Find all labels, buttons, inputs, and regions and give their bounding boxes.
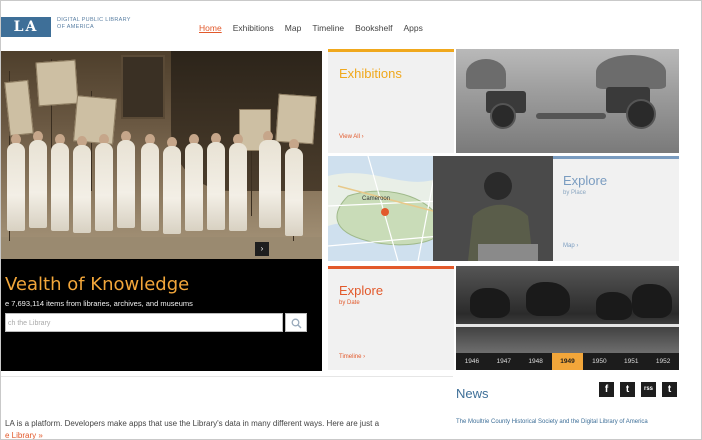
timeline-years: 1946 1947 1948 1949 1950 1951 1952	[456, 353, 679, 370]
explore-date-sub: by Date	[339, 300, 360, 306]
photo-window	[121, 55, 165, 119]
photo-figure	[73, 145, 91, 233]
hero-photo	[1, 51, 322, 259]
nav-bookshelf[interactable]: Bookshelf	[355, 23, 392, 33]
photo-figure	[29, 140, 47, 228]
photo-horse	[632, 284, 672, 318]
news-item-link[interactable]: The Moultrie County Historical Society a…	[456, 418, 656, 426]
photo-figure	[117, 140, 135, 228]
photo-banner	[4, 79, 34, 137]
photo-figure	[185, 143, 203, 231]
rss-icon[interactable]: rss	[641, 382, 656, 397]
photo-figure	[207, 142, 225, 230]
photo-figure	[163, 146, 181, 234]
year-1951[interactable]: 1951	[615, 353, 647, 370]
photo-wheel	[626, 99, 656, 129]
hero: › Vealth of Knowledge e 7,693,114 items …	[1, 51, 322, 371]
map-city-label: Cameroon	[362, 196, 391, 202]
map-tile[interactable]: Cameroon	[328, 156, 553, 261]
photo-figure	[141, 143, 159, 231]
explore-date-tile[interactable]: Explore by Date Timeline ›	[328, 266, 454, 370]
timeline-link[interactable]: Timeline ›	[339, 354, 365, 360]
hero-title: Vealth of Knowledge	[5, 274, 190, 295]
nav-map[interactable]: Map	[285, 23, 302, 33]
photo-horse	[596, 292, 632, 320]
logo-tagline-line-2: OF AMERICA	[57, 24, 94, 30]
nav-home[interactable]: Home	[199, 23, 222, 33]
horse-race-photo	[456, 266, 679, 353]
nav-timeline[interactable]: Timeline	[312, 23, 344, 33]
photo-figure	[95, 143, 113, 231]
photo-horse	[470, 288, 510, 318]
photo-figure	[259, 140, 281, 228]
explore-date-label: Explore	[339, 283, 384, 298]
year-1952[interactable]: 1952	[647, 353, 679, 370]
news-title: News	[456, 386, 489, 401]
photo-horse	[526, 282, 570, 316]
exhibitions-photo	[456, 49, 679, 153]
page: LA DIGITAL PUBLIC LIBRARY OF AMERICA Hom…	[0, 0, 702, 440]
photo-plow	[536, 113, 606, 119]
nav-exhibitions[interactable]: Exhibitions	[233, 23, 274, 33]
explore-place-tile[interactable]: Explore by Place Map ›	[553, 156, 679, 261]
photo-wheel	[490, 103, 516, 129]
year-1947[interactable]: 1947	[488, 353, 520, 370]
search-button[interactable]	[285, 313, 307, 332]
slide-next-arrow-icon[interactable]: ›	[255, 242, 269, 256]
hero-subtitle: e 7,693,114 items from libraries, archiv…	[5, 299, 193, 308]
explore-place-sub: by Place	[563, 190, 587, 196]
platform-text: LA is a platform. Developers make apps t…	[5, 419, 380, 428]
photo-floor	[1, 237, 322, 259]
tumblr-icon[interactable]: t	[662, 382, 677, 397]
photo-figure	[7, 143, 25, 231]
logo-tagline: DIGITAL PUBLIC LIBRARY OF AMERICA	[57, 17, 131, 31]
map-graphic	[328, 156, 553, 261]
explore-place-label: Explore	[563, 173, 608, 188]
photo-banner	[275, 93, 317, 145]
map-link[interactable]: Map ›	[563, 243, 578, 249]
exhibitions-link[interactable]: View All ›	[339, 134, 364, 140]
photo-figure	[51, 143, 69, 231]
photo-figure	[285, 148, 303, 236]
photo-figure	[229, 143, 247, 231]
search-icon	[291, 318, 302, 329]
twitter-icon[interactable]: t	[620, 382, 635, 397]
photo-banner	[35, 59, 79, 107]
library-link[interactable]: e Library »	[5, 431, 43, 439]
main-nav: Home Exhibitions Map Timeline Bookshelf …	[199, 23, 423, 33]
photo-tree	[596, 55, 666, 89]
exhibitions-label: Exhibitions	[339, 66, 402, 81]
photo-tree	[466, 59, 506, 89]
logo-tagline-line-1: DIGITAL PUBLIC LIBRARY	[57, 17, 131, 23]
exhibitions-tile[interactable]: Exhibitions View All ›	[328, 49, 454, 153]
search-input[interactable]: ch the Library	[5, 313, 283, 332]
logo[interactable]: LA	[1, 17, 51, 37]
photo-rail	[456, 324, 679, 327]
year-1949[interactable]: 1949	[551, 353, 584, 370]
divider	[1, 376, 453, 377]
year-1946[interactable]: 1946	[456, 353, 488, 370]
year-1950[interactable]: 1950	[583, 353, 615, 370]
facebook-icon[interactable]: f	[599, 382, 614, 397]
nav-apps[interactable]: Apps	[404, 23, 423, 33]
year-1948[interactable]: 1948	[520, 353, 552, 370]
